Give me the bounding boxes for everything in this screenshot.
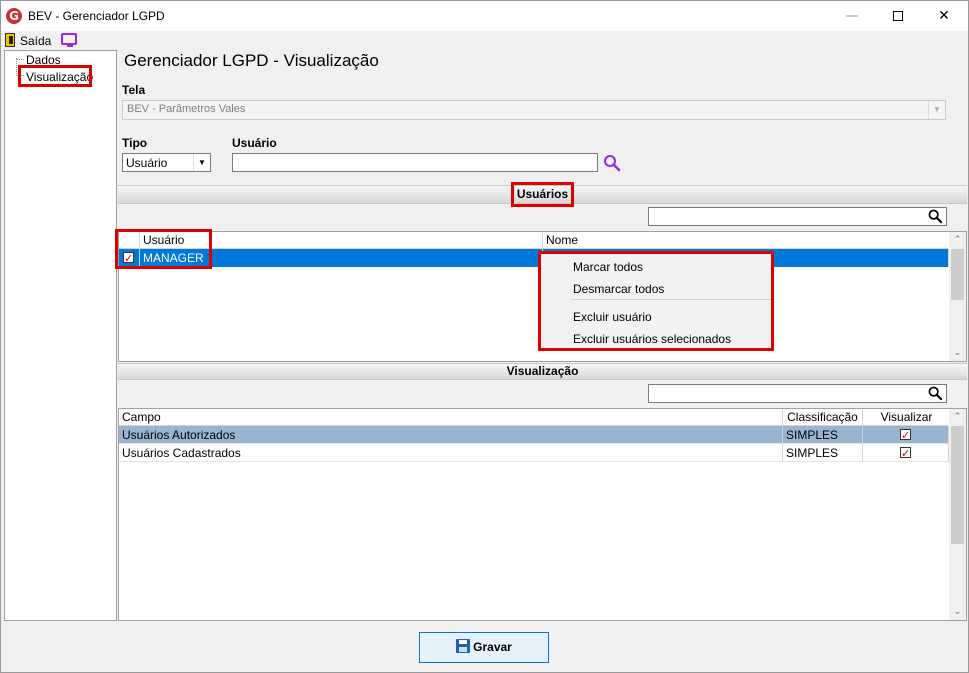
save-disk-icon <box>456 639 471 653</box>
scroll-up-icon[interactable]: ⌃ <box>949 409 966 425</box>
usuarios-scrollbar[interactable]: ⌃ ⌄ <box>949 232 966 361</box>
tela-select: BEV - Parâmetros Vales ▼ <box>122 100 946 120</box>
scroll-down-icon[interactable]: ⌄ <box>949 345 966 361</box>
navigation-tree: Dados Visualização <box>4 50 117 621</box>
scroll-down-icon[interactable]: ⌄ <box>949 604 966 620</box>
tipo-select[interactable]: Usuário ▼ <box>122 153 211 172</box>
highlight-box-tree <box>18 65 92 87</box>
search-icon[interactable] <box>928 209 943 224</box>
header-nome[interactable]: Nome <box>543 232 951 249</box>
cell-visualizar[interactable] <box>863 444 949 463</box>
tipo-label: Tipo <box>122 136 148 150</box>
highlight-box-usuarios-title <box>511 182 574 207</box>
usuarios-grid-header: Usuário Nome <box>119 232 966 249</box>
maximize-icon <box>893 11 903 21</box>
tela-label: Tela <box>122 83 146 97</box>
visualizacao-grid-header: Campo Classificação Visualizar <box>119 409 966 426</box>
usuario-input[interactable] <box>232 153 598 172</box>
app-logo-icon: G <box>6 8 22 24</box>
menu-separator <box>571 299 771 300</box>
context-menu: Marcar todos Desmarcar todos Excluir usu… <box>538 251 774 351</box>
tela-select-value: BEV - Parâmetros Vales <box>127 103 246 115</box>
search-icon[interactable] <box>603 154 621 172</box>
header-classificacao[interactable]: Classificação <box>783 409 863 426</box>
maximize-button[interactable] <box>875 1 921 31</box>
tipo-select-value: Usuário <box>126 156 168 170</box>
title-bar: G BEV - Gerenciador LGPD — ✕ <box>1 1 968 31</box>
table-row[interactable]: MANAGER <box>119 249 949 268</box>
highlight-box-usuario-column <box>115 229 212 269</box>
tree-connector <box>16 59 24 60</box>
cell-visualizar[interactable] <box>863 426 949 445</box>
visualizacao-grid: Campo Classificação Visualizar Usuários … <box>118 408 967 621</box>
cell-campo: Usuários Cadastrados <box>119 444 783 462</box>
visualizar-checkbox[interactable] <box>900 427 911 445</box>
menu-item-excluir-usuario[interactable]: Excluir usuário <box>573 310 652 324</box>
menu-item-desmarcar-todos[interactable]: Desmarcar todos <box>573 282 664 296</box>
scroll-thumb[interactable] <box>951 249 964 300</box>
visualizacao-section-header: Visualização <box>118 363 967 380</box>
monitor-icon[interactable] <box>61 33 77 47</box>
minimize-button[interactable]: — <box>829 1 875 31</box>
visualizacao-filter-input[interactable] <box>648 384 947 403</box>
close-button[interactable]: ✕ <box>921 1 967 31</box>
tree-connector <box>16 58 17 76</box>
exit-door-icon[interactable] <box>5 33 15 47</box>
search-icon[interactable] <box>928 386 943 401</box>
save-button-label: Gravar <box>473 640 512 654</box>
usuario-label: Usuário <box>232 136 277 150</box>
exit-button[interactable]: Saída <box>20 34 51 48</box>
menu-item-excluir-selecionados[interactable]: Excluir usuários selecionados <box>573 332 731 346</box>
cell-campo: Usuários Autorizados <box>119 426 783 444</box>
table-row[interactable]: Usuários Autorizados SIMPLES <box>119 426 949 445</box>
table-row[interactable]: Usuários Cadastrados SIMPLES <box>119 444 949 463</box>
header-visualizar[interactable]: Visualizar <box>863 409 951 426</box>
visualizacao-scrollbar[interactable]: ⌃ ⌄ <box>949 409 966 620</box>
header-campo[interactable]: Campo <box>119 409 783 426</box>
app-window: G BEV - Gerenciador LGPD — ✕ Saída Dados… <box>0 0 969 673</box>
save-button[interactable]: Gravar <box>419 632 549 663</box>
page-title: Gerenciador LGPD - Visualização <box>124 51 379 70</box>
scroll-thumb[interactable] <box>951 426 964 544</box>
scroll-up-icon[interactable]: ⌃ <box>949 232 966 248</box>
cell-classificacao: SIMPLES <box>783 444 863 462</box>
menu-item-marcar-todos[interactable]: Marcar todos <box>573 260 643 274</box>
toolbar: Saída <box>1 31 968 49</box>
visualizar-checkbox[interactable] <box>900 445 911 463</box>
usuarios-filter-input[interactable] <box>648 207 947 226</box>
cell-classificacao: SIMPLES <box>783 426 863 444</box>
window-title: BEV - Gerenciador LGPD <box>28 9 165 23</box>
chevron-down-icon[interactable]: ▼ <box>193 154 210 171</box>
chevron-down-icon: ▼ <box>928 101 945 119</box>
